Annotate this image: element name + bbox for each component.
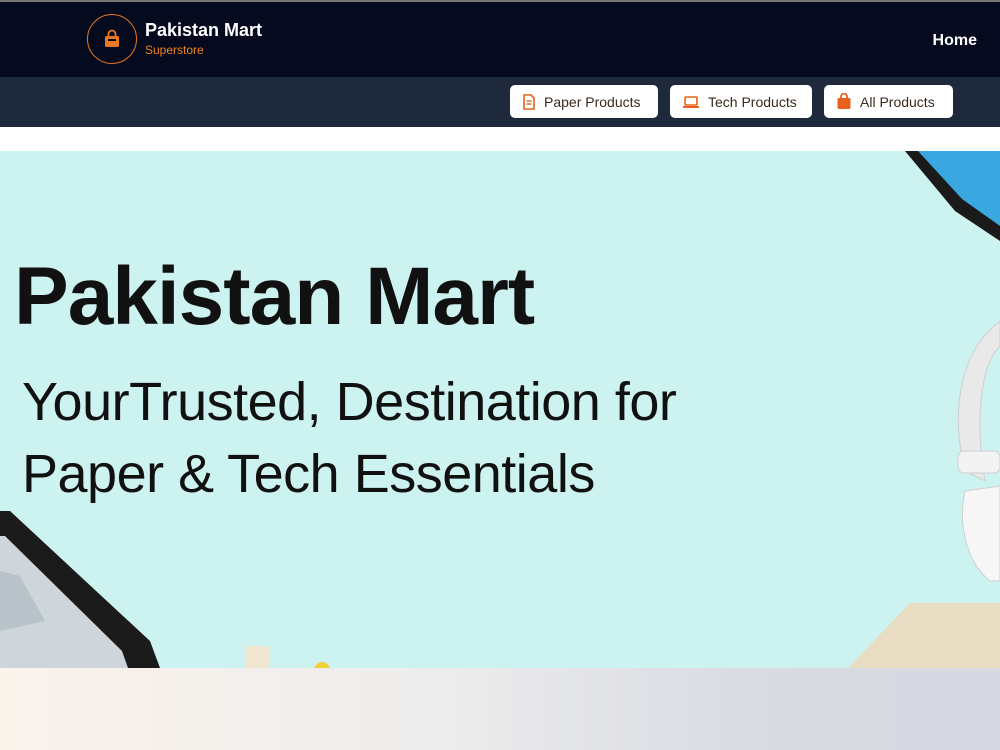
spacer xyxy=(0,127,1000,151)
brand-tagline: Superstore xyxy=(145,43,204,57)
hero-banner: Pakistan Mart YourTrusted, Destination f… xyxy=(0,151,1000,668)
shopping-bag-icon xyxy=(105,29,119,47)
notebook-image xyxy=(848,603,1000,668)
top-navbar: Pakistan Mart Superstore Home xyxy=(0,0,1000,77)
content-section xyxy=(0,668,1000,750)
paper-products-button[interactable]: Paper Products xyxy=(510,85,658,118)
category-bar: Paper Products Tech Products All Product… xyxy=(0,77,1000,127)
headphones-image xyxy=(957,320,1000,582)
sticky-note-image xyxy=(246,646,270,668)
tablet-image xyxy=(905,151,1000,241)
hero-subtitle-line-1: YourTrusted, Destination for xyxy=(22,372,677,432)
shopping-bag-icon xyxy=(837,93,851,109)
all-products-button[interactable]: All Products xyxy=(824,85,953,118)
paper-products-label: Paper Products xyxy=(544,93,641,110)
hero-title: Pakistan Mart xyxy=(14,251,535,342)
tech-products-button[interactable]: Tech Products xyxy=(670,85,812,118)
hero-subtitle-line-2: Paper & Tech Essentials xyxy=(22,444,595,504)
tech-products-label: Tech Products xyxy=(708,93,797,110)
brand[interactable]: Pakistan Mart Superstore xyxy=(87,14,262,64)
document-icon xyxy=(523,93,535,110)
all-products-label: All Products xyxy=(860,93,935,110)
brand-name: Pakistan Mart xyxy=(145,20,263,40)
laptop-icon xyxy=(683,95,699,108)
brand-logo xyxy=(87,14,137,64)
tablet-bottom-left-image xyxy=(0,511,160,668)
nav-home-link[interactable]: Home xyxy=(933,32,977,50)
